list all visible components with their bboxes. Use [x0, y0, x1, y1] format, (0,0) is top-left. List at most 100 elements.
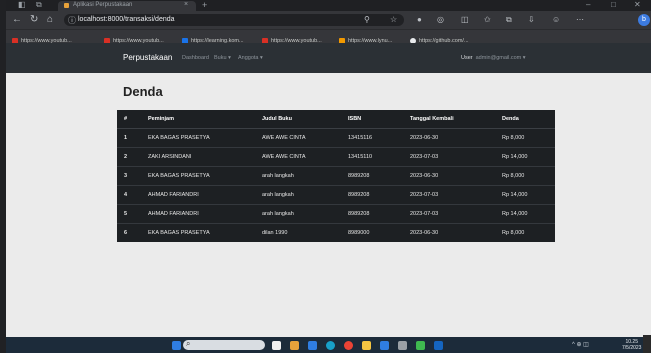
- navbar-brand[interactable]: Perpustakaan: [123, 53, 172, 62]
- cell-number: 2: [117, 147, 141, 167]
- minimize-button[interactable]: –: [586, 0, 590, 10]
- chrome-icon[interactable]: [344, 341, 353, 350]
- table-row: 1 EKA BAGAS PRASETYA AWE AWE CINTA 13415…: [117, 128, 555, 148]
- bookmarks-bar: https://www.youtub... https://www.youtub…: [6, 29, 651, 44]
- cell-denda: Rp 8,000: [495, 166, 555, 186]
- extension-2-icon[interactable]: ◎: [437, 15, 444, 25]
- zoom-icon[interactable]: ⚲: [364, 15, 370, 24]
- tab-actions-icon[interactable]: ⧉: [36, 0, 42, 10]
- app-navbar: Perpustakaan Dashboard Buku ▾ Anggota ▾ …: [6, 43, 651, 73]
- bookmark-item[interactable]: https://github.com/...: [410, 32, 469, 44]
- cell-denda: Rp 14,000: [495, 147, 555, 167]
- address-bar-row: ← ↻ ⌂ ⓘ localhost:8000/transaksi/denda ⚲…: [6, 11, 651, 29]
- cell-tanggal-kembali: 2023-07-03: [403, 147, 495, 167]
- close-window-button[interactable]: ✕: [634, 0, 641, 10]
- cell-denda: Rp 8,000: [495, 223, 555, 242]
- fines-table: # Peminjam Judul Buku ISBN Tanggal Kemba…: [117, 110, 555, 242]
- cell-judul-buku: AWE AWE CINTA: [255, 147, 341, 167]
- page-title: Denda: [123, 84, 163, 99]
- system-tray[interactable]: ^ ⊕ ◫: [572, 341, 589, 348]
- clock-date: 7/5/2023: [622, 345, 642, 351]
- favorite-star-icon[interactable]: ☆: [390, 15, 397, 24]
- screen-edge: [643, 335, 651, 353]
- cell-isbn: 8989208: [341, 166, 403, 186]
- column-header-denda: Denda: [495, 110, 555, 129]
- bookmark-item[interactable]: https://www.lynu...: [339, 32, 392, 44]
- app-blue-icon[interactable]: [434, 341, 443, 350]
- table-row: 2 ZAKI ARSINDANI AWE AWE CINTA 13415110 …: [117, 147, 555, 167]
- table-row: 5 AHMAD FARIANDRI arah langkah 8989208 2…: [117, 204, 555, 224]
- column-header-number: #: [117, 110, 141, 129]
- table-row: 4 AHMAD FARIANDRI arah langkah 8989208 2…: [117, 185, 555, 205]
- cell-number: 3: [117, 166, 141, 186]
- tab-close-icon[interactable]: ×: [184, 1, 188, 8]
- new-tab-button[interactable]: +: [202, 0, 207, 10]
- maximize-button[interactable]: □: [611, 0, 616, 10]
- app-green-icon[interactable]: [416, 341, 425, 350]
- bookmark-item[interactable]: https://www.youtub...: [262, 32, 322, 44]
- cell-isbn: 8989208: [341, 204, 403, 224]
- tab-favicon-icon: [64, 3, 69, 8]
- cell-judul-buku: arah langkah: [255, 204, 341, 224]
- home-icon[interactable]: ⌂: [47, 14, 53, 26]
- column-header-tanggal-kembali: Tanggal Kembali: [403, 110, 495, 129]
- column-header-peminjam: Peminjam: [141, 110, 255, 129]
- bookmark-item[interactable]: https://www.youtub...: [104, 32, 164, 44]
- tab-strip: ◧ ⧉ Aplikasi Perpustakaan × + – □ ✕: [6, 0, 651, 11]
- account-icon[interactable]: ☺: [552, 15, 560, 25]
- user-email: admin@gmail.com ▾: [475, 55, 526, 61]
- edge-browser-icon[interactable]: [326, 341, 335, 350]
- column-header-judul-buku: Judul Buku: [255, 110, 341, 129]
- taskbar-clock[interactable]: 10.25 7/5/2023: [622, 339, 641, 351]
- cell-number: 5: [117, 204, 141, 224]
- cell-judul-buku: arah langkah: [255, 185, 341, 205]
- extension-icon[interactable]: ●: [417, 15, 422, 25]
- terminal-icon[interactable]: [398, 341, 407, 350]
- favorites-icon[interactable]: ✩: [484, 15, 491, 25]
- cell-number: 4: [117, 185, 141, 205]
- store-icon[interactable]: [308, 341, 317, 350]
- cell-tanggal-kembali: 2023-06-30: [403, 166, 495, 186]
- cell-peminjam: EKA BAGAS PRASETYA: [141, 166, 255, 186]
- back-icon[interactable]: ←: [12, 14, 22, 26]
- table-row: 6 EKA BAGAS PRASETYA dilan 1990 8989000 …: [117, 223, 555, 242]
- cell-tanggal-kembali: 2023-07-03: [403, 185, 495, 205]
- url-text[interactable]: localhost:8000/transaksi/denda: [78, 16, 175, 23]
- vscode-icon[interactable]: [380, 341, 389, 350]
- downloads-icon[interactable]: ⇩: [528, 15, 535, 25]
- cell-judul-buku: dilan 1990: [255, 223, 341, 242]
- active-tab[interactable]: Aplikasi Perpustakaan ×: [58, 1, 196, 11]
- table-header-row: # Peminjam Judul Buku ISBN Tanggal Kemba…: [117, 110, 555, 129]
- cell-peminjam: EKA BAGAS PRASETYA: [141, 223, 255, 242]
- cell-peminjam: AHMAD FARIANDRI: [141, 204, 255, 224]
- cell-peminjam: ZAKI ARSINDANI: [141, 147, 255, 167]
- task-view-icon[interactable]: [272, 341, 281, 350]
- search-icon: ⌕: [186, 339, 191, 348]
- nav-link-dashboard[interactable]: Dashboard: [182, 55, 209, 61]
- bookmark-item[interactable]: https://www.youtub...: [12, 32, 72, 44]
- start-button[interactable]: [172, 341, 181, 350]
- cell-number: 6: [117, 223, 141, 242]
- more-menu-icon[interactable]: ⋯: [576, 15, 584, 25]
- user-menu[interactable]: User admin@gmail.com ▾: [461, 55, 526, 61]
- nav-link-buku[interactable]: Buku ▾: [214, 55, 231, 61]
- tab-title: Aplikasi Perpustakaan: [73, 2, 133, 8]
- site-info-icon[interactable]: ⓘ: [68, 15, 76, 26]
- address-bar[interactable]: ⓘ localhost:8000/transaksi/denda ⚲ ☆: [64, 14, 404, 26]
- cell-isbn: 8989208: [341, 185, 403, 205]
- cell-denda: Rp 14,000: [495, 185, 555, 205]
- profile-avatar[interactable]: b: [638, 14, 650, 26]
- table-row: 3 EKA BAGAS PRASETYA arah langkah 898920…: [117, 166, 555, 186]
- cell-denda: Rp 8,000: [495, 128, 555, 148]
- bookmark-item[interactable]: https://learning.kom...: [182, 32, 244, 44]
- windows-taskbar: ⌕ ^ ⊕ ◫ 10.25 7/5/2023: [6, 337, 651, 353]
- reload-icon[interactable]: ↻: [30, 14, 38, 26]
- split-screen-icon[interactable]: ◫: [461, 15, 469, 25]
- taskbar-search[interactable]: ⌕: [183, 339, 265, 350]
- browser-window: ◧ ⧉ Aplikasi Perpustakaan × + – □ ✕ ← ↻ …: [6, 0, 651, 353]
- collections-icon[interactable]: ⧉: [506, 15, 512, 25]
- folder-icon[interactable]: [362, 341, 371, 350]
- window-menu-icon[interactable]: ◧: [18, 0, 26, 10]
- nav-link-anggota[interactable]: Anggota ▾: [238, 55, 263, 61]
- file-explorer-icon[interactable]: [290, 341, 299, 350]
